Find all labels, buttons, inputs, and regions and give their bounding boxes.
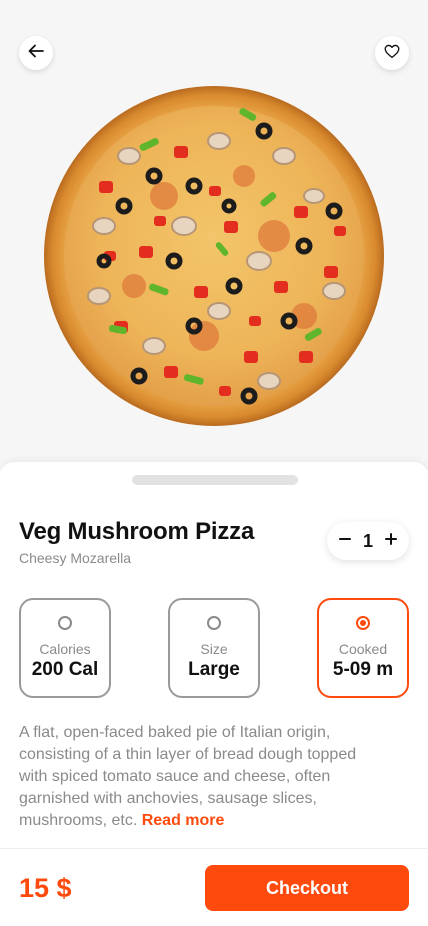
- pizza-image: [44, 86, 384, 426]
- option-label: Size: [200, 641, 228, 657]
- option-label: Calories: [39, 641, 91, 657]
- quantity-value: 1: [362, 530, 373, 551]
- read-more-link[interactable]: Read more: [142, 812, 225, 829]
- option-value: 200 Cal: [31, 659, 99, 680]
- favorite-button[interactable]: [375, 36, 409, 70]
- product-description: A flat, open-faced baked pie of Italian …: [19, 722, 389, 832]
- arrow-left-icon: [27, 42, 45, 65]
- radio-icon: [207, 616, 221, 630]
- minus-icon: [338, 532, 352, 551]
- decrease-button[interactable]: [335, 531, 355, 551]
- checkout-button[interactable]: Checkout: [205, 865, 409, 911]
- radio-icon: [58, 616, 72, 630]
- option-value: Large: [188, 659, 240, 680]
- quantity-stepper: 1: [327, 522, 409, 560]
- back-button[interactable]: [19, 36, 53, 70]
- product-subtitle: Cheesy Mozarella: [19, 550, 132, 566]
- option-card-size[interactable]: Size Large: [168, 598, 260, 698]
- drag-handle[interactable]: [132, 475, 298, 485]
- option-label: Cooked: [338, 641, 388, 657]
- plus-icon: [384, 532, 398, 551]
- product-hero: [0, 0, 428, 470]
- increase-button[interactable]: [381, 531, 401, 551]
- option-value: 5-09 m: [332, 659, 394, 680]
- heart-icon: [383, 42, 401, 65]
- checkout-bar: 15 $ Checkout: [0, 848, 428, 926]
- option-card-cooked[interactable]: Cooked 5-09 m: [317, 598, 409, 698]
- radio-selected-icon: [356, 616, 370, 630]
- product-title: Veg Mushroom Pizza: [19, 518, 255, 545]
- option-card-calories[interactable]: Calories 200 Cal: [19, 598, 111, 698]
- total-price: 15 $: [19, 873, 72, 903]
